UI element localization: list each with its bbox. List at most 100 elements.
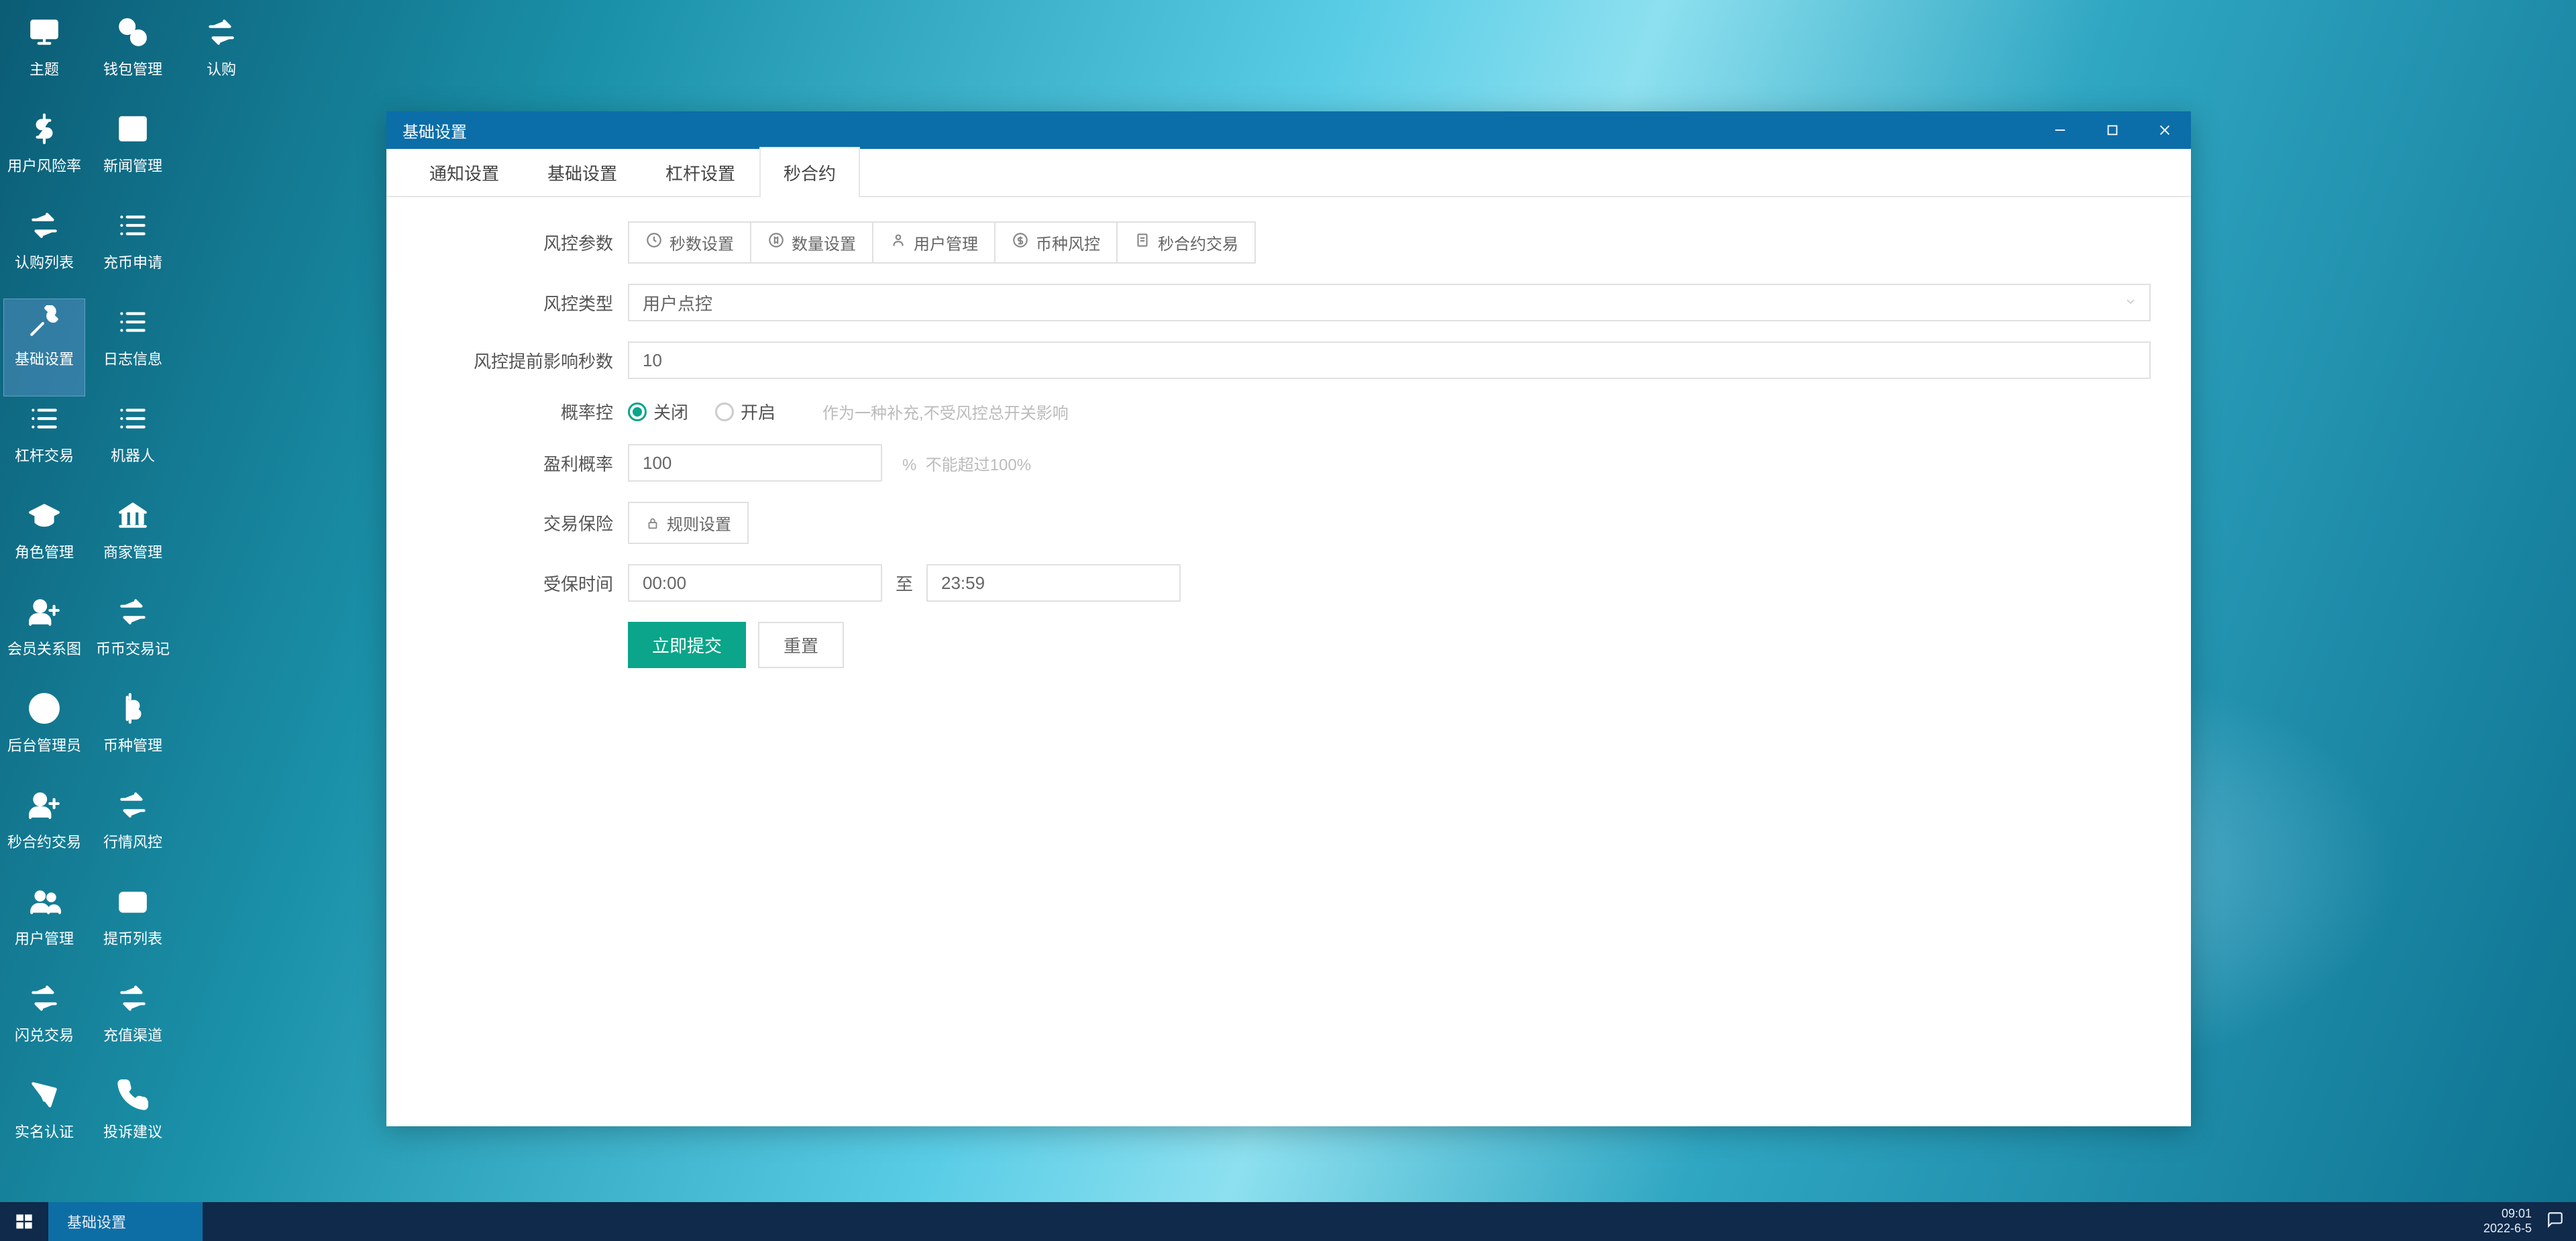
user-circle-icon	[25, 690, 63, 727]
label-insurance: 交易保险	[427, 510, 628, 535]
desktop-icon-秒合约交易[interactable]: 秒合约交易	[4, 782, 85, 879]
radio-close[interactable]: 关闭	[628, 399, 688, 424]
submit-button[interactable]: 立即提交	[628, 622, 746, 668]
coins-icon	[114, 13, 152, 51]
risk-param-subtabs: 秒数设置数量设置 用户管理 币种风控秒合约交易	[628, 221, 1256, 264]
desktop-icon-label: 充币申请	[103, 251, 162, 272]
phone-icon	[114, 1076, 152, 1114]
tab-秒合约[interactable]: 秒合约	[759, 147, 860, 197]
row-profit-rate: 盈利概率 % 不能超过100%	[427, 444, 2151, 482]
maximize-button[interactable]	[2086, 111, 2139, 149]
time-to-input[interactable]	[926, 564, 1181, 602]
desktop-icon-用户风险率[interactable]: 用户风险率	[4, 106, 85, 203]
desktop-icon-会员关系图[interactable]: 会员关系图	[4, 589, 85, 686]
risk-type-select[interactable]: 用户点控	[628, 284, 2151, 321]
desktop-icon-认购列表[interactable]: 认购列表	[4, 203, 85, 299]
tab-杠杆设置[interactable]: 杠杆设置	[641, 147, 759, 197]
swap-icon	[114, 786, 152, 824]
label-insured-time: 受保时间	[427, 571, 628, 596]
radio-open-label: 开启	[741, 399, 775, 424]
desktop-icon-label: 认购列表	[15, 251, 74, 272]
desktop-icon-新闻管理[interactable]: 新闻管理	[93, 106, 173, 203]
subtab-秒数设置[interactable]: 秒数设置	[628, 221, 751, 264]
time-from-input[interactable]	[628, 564, 882, 602]
desktop-icon-用户管理[interactable]: 用户管理	[4, 879, 85, 975]
wrench-icon	[25, 303, 63, 341]
subtab-秒合约交易[interactable]: 秒合约交易	[1116, 221, 1256, 264]
insurance-rules-button[interactable]: 规则设置	[628, 502, 749, 544]
desktop-icon-钱包管理[interactable]: 钱包管理	[93, 9, 173, 106]
windows-icon	[15, 1212, 34, 1231]
desktop-icon-label: 币种管理	[103, 734, 162, 755]
desktop-icon-机器人[interactable]: 机器人	[93, 396, 173, 492]
desktop-icon-实名认证[interactable]: 实名认证	[4, 1072, 85, 1169]
bitcoin-icon	[114, 690, 152, 727]
subtab-用户管理[interactable]: 用户管理	[872, 221, 996, 264]
list-icon	[114, 303, 152, 341]
dollar-icon	[1012, 231, 1029, 254]
radio-dot-icon	[628, 402, 647, 421]
tab-基础设置[interactable]: 基础设置	[523, 147, 641, 197]
reset-button[interactable]: 重置	[758, 622, 844, 668]
subtab-label: 币种风控	[1036, 231, 1100, 254]
taskbar: 基础设置 09:01 2022-6-5	[0, 1202, 2576, 1241]
desktop-icon-充币申请[interactable]: 充币申请	[93, 203, 173, 299]
affect-seconds-input[interactable]	[628, 341, 2151, 379]
row-prob-control: 概率控 关闭 开启 作为一种补充,不受风控总开关影响	[427, 399, 2151, 424]
window-controls	[2034, 111, 2191, 149]
card-icon	[114, 883, 152, 920]
label-risk-type: 风控类型	[427, 290, 628, 315]
notification-icon[interactable]	[2546, 1211, 2564, 1232]
subtab-币种风控[interactable]: 币种风控	[994, 221, 1118, 264]
profit-rate-hint: % 不能超过100%	[902, 451, 1031, 475]
radio-close-label: 关闭	[653, 399, 688, 424]
desktop-icon-杠杆交易[interactable]: 杠杆交易	[4, 396, 85, 492]
desktop-icon-投诉建议[interactable]: 投诉建议	[93, 1072, 173, 1169]
desktop-icon-日志信息[interactable]: 日志信息	[93, 299, 173, 396]
desktop-icon-角色管理[interactable]: 角色管理	[4, 492, 85, 589]
desktop-icon-基础设置[interactable]: 基础设置	[4, 299, 85, 396]
minimize-button[interactable]	[2034, 111, 2086, 149]
swap-icon	[114, 979, 152, 1017]
window-title-bar[interactable]: 基础设置	[386, 111, 2191, 149]
desktop-icon-闪兑交易[interactable]: 闪兑交易	[4, 975, 85, 1072]
subtab-数量设置[interactable]: 数量设置	[750, 221, 873, 264]
desktop-icon-主题[interactable]: 主题	[4, 9, 85, 106]
label-affect-seconds: 风控提前影响秒数	[427, 348, 628, 373]
row-risk-type: 风控类型 用户点控	[427, 284, 2151, 321]
clock-date: 2022-6-5	[2483, 1222, 2532, 1236]
user-plus-icon	[25, 593, 63, 631]
desktop-icon-后台管理员[interactable]: 后台管理员	[4, 686, 85, 782]
desktop-icon-label: 秒合约交易	[7, 830, 81, 852]
desktop-icon-提币列表[interactable]: 提币列表	[93, 879, 173, 975]
profit-rate-input[interactable]	[628, 444, 882, 482]
subtab-label: 秒数设置	[669, 231, 734, 254]
desktop-icon-label: 杠杆交易	[15, 444, 74, 466]
taskbar-active-app[interactable]: 基础设置	[48, 1202, 203, 1241]
radio-dot-icon	[715, 402, 734, 421]
desktop-icon-币种管理[interactable]: 币种管理	[93, 686, 173, 782]
desktop-icons-grid: 主题用户风险率认购列表基础设置杠杆交易角色管理会员关系图后台管理员秒合约交易用户…	[4, 9, 270, 1169]
desktop-icon-币币交易记[interactable]: 币币交易记	[93, 589, 173, 686]
label-prob: 概率控	[427, 399, 628, 424]
desktop-icon-行情风控[interactable]: 行情风控	[93, 782, 173, 879]
subtab-label: 用户管理	[914, 231, 978, 254]
tab-通知设置[interactable]: 通知设置	[405, 147, 523, 197]
swap-icon	[114, 593, 152, 631]
desktop-icon-充值渠道[interactable]: 充值渠道	[93, 975, 173, 1072]
taskbar-clock[interactable]: 09:01 2022-6-5	[2483, 1207, 2532, 1236]
desktop-icon-认购[interactable]: 认购	[181, 9, 262, 106]
start-button[interactable]	[0, 1202, 48, 1241]
lock-icon	[645, 516, 660, 531]
clock-time: 09:01	[2483, 1207, 2532, 1222]
desktop-icon-label: 机器人	[111, 444, 155, 466]
row-risk-params: 风控参数 秒数设置数量设置用户管理币种风控秒合约交易	[427, 221, 2151, 264]
desktop-icon-label: 角色管理	[15, 541, 74, 562]
desktop-icon-label: 日志信息	[103, 347, 162, 369]
desktop-icon-label: 认购	[207, 58, 236, 79]
radio-open[interactable]: 开启	[715, 399, 775, 424]
list-icon	[114, 400, 152, 437]
close-button[interactable]	[2139, 111, 2191, 149]
window-tabs: 通知设置基础设置杠杆设置秒合约	[386, 149, 2191, 197]
desktop-icon-商家管理[interactable]: 商家管理	[93, 492, 173, 589]
